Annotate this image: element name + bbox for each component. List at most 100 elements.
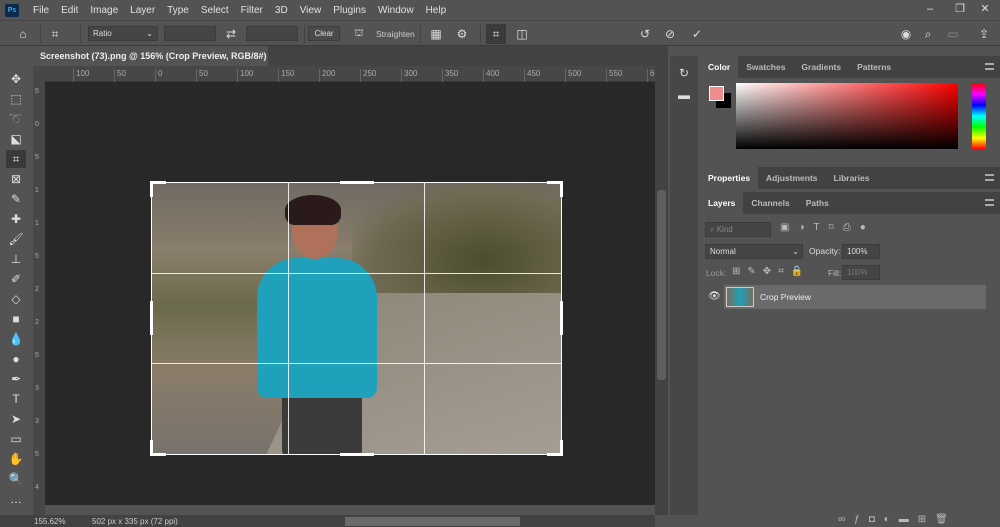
pen-icon[interactable]: ✒ xyxy=(6,370,26,388)
blend-mode-select[interactable]: Normal ⌄ xyxy=(705,244,803,259)
tab-properties[interactable]: Properties xyxy=(700,167,759,189)
object-selection-icon[interactable]: ⬕ xyxy=(6,130,26,148)
layer-filter-icons[interactable]: ▣◑T⌑⎙● xyxy=(780,222,875,233)
tab-swatches[interactable]: Swatches xyxy=(738,56,793,78)
cancel-icon[interactable]: ⊘ xyxy=(661,24,679,44)
ruler-tick: 5 xyxy=(35,253,39,260)
lock-icons[interactable]: ⊞✎✥⌗🔒 xyxy=(732,266,810,277)
menu-help[interactable]: Help xyxy=(420,5,453,16)
tab-patterns[interactable]: Patterns xyxy=(849,56,899,78)
horizontal-scroll-thumb[interactable] xyxy=(345,517,520,526)
menu-view[interactable]: View xyxy=(294,5,328,16)
tab-color[interactable]: Color xyxy=(700,56,739,78)
hand-tool-icon[interactable]: ✋ xyxy=(6,450,26,468)
share-icon[interactable]: ⇪ xyxy=(975,24,993,44)
eraser-icon[interactable]: ◇ xyxy=(6,290,26,308)
tab-libraries[interactable]: Libraries xyxy=(826,167,878,189)
menu-bar: Ps File Edit Image Layer Type Select Fil… xyxy=(0,0,1000,20)
type-tool-icon[interactable]: T xyxy=(6,390,26,408)
frame-tool-icon[interactable]: ⊠ xyxy=(6,170,26,188)
workspace-icon[interactable]: ▭ xyxy=(944,24,962,44)
rectangle-tool-icon[interactable]: ▭ xyxy=(6,430,26,448)
crop-tool-icon[interactable]: ⌗ xyxy=(46,24,64,44)
ruler-tick: 100 xyxy=(237,69,253,82)
share-user-icon[interactable]: ◉ xyxy=(897,24,915,44)
brush-icon[interactable]: 🖌 xyxy=(6,230,26,248)
ratio-select[interactable]: Ratio ⌄ xyxy=(88,26,158,41)
color-picker-field[interactable] xyxy=(736,83,958,149)
ruler-tick: 500 xyxy=(565,69,581,82)
crop-handle-right[interactable] xyxy=(560,301,563,335)
zoom-level[interactable]: 155.62% xyxy=(34,517,66,526)
healing-brush-icon[interactable]: ✚ xyxy=(6,210,26,228)
home-icon[interactable]: ⌂ xyxy=(14,24,32,44)
straighten-label[interactable]: Straighten xyxy=(376,24,415,44)
menu-plugins[interactable]: Plugins xyxy=(327,5,372,16)
ruler-tick: 4 xyxy=(35,484,39,491)
grid-overlay-icon[interactable]: ▦ xyxy=(427,24,445,44)
vertical-scroll-thumb[interactable] xyxy=(657,190,666,380)
content-aware-icon[interactable]: ◫ xyxy=(513,24,531,44)
blur-icon[interactable]: 💧 xyxy=(6,330,26,348)
menu-type[interactable]: Type xyxy=(161,5,195,16)
foreground-color-swatch[interactable] xyxy=(709,86,724,101)
lasso-tool-icon[interactable]: ➰ xyxy=(6,110,26,128)
tab-gradients[interactable]: Gradients xyxy=(793,56,849,78)
clone-stamp-icon[interactable]: ⊥ xyxy=(6,250,26,268)
visibility-eye-icon[interactable]: 👁 xyxy=(708,291,721,302)
opacity-input[interactable]: 100% xyxy=(842,244,880,259)
dodge-icon[interactable]: ● xyxy=(6,350,26,368)
layer-actions-icons[interactable]: ∞ƒ◘◐▬⊞🗑 xyxy=(838,514,957,525)
delete-cropped-pixels-icon[interactable]: ⌗ xyxy=(486,24,506,44)
ratio-label: Ratio xyxy=(93,29,112,38)
history-icon[interactable]: ↻ xyxy=(674,64,694,82)
swap-icon[interactable]: ⇄ xyxy=(222,24,240,44)
path-selection-icon[interactable]: ➤ xyxy=(6,410,26,428)
document-tab[interactable]: Screenshot (73).png @ 156% (Crop Preview… xyxy=(33,46,268,81)
history-brush-icon[interactable]: ✐ xyxy=(6,270,26,288)
layer-row[interactable]: Crop Preview xyxy=(724,285,986,309)
tab-layers[interactable]: Layers xyxy=(700,192,744,214)
search-icon[interactable]: ⌕ xyxy=(919,24,937,44)
menu-filter[interactable]: Filter xyxy=(235,5,269,16)
crop-handle-bottom[interactable] xyxy=(340,453,374,456)
crop-box[interactable] xyxy=(151,182,562,455)
panel-menu-icon[interactable] xyxy=(985,199,994,206)
close-window-button[interactable]: ✕ xyxy=(970,0,1000,17)
crop-tool-icon[interactable]: ⌗ xyxy=(6,150,26,168)
more-tools-icon[interactable]: … xyxy=(6,490,26,508)
marquee-tool-icon[interactable]: ⬚ xyxy=(6,90,26,108)
clear-button[interactable]: Clear xyxy=(308,26,340,41)
crop-handle-left[interactable] xyxy=(150,301,153,335)
tab-paths[interactable]: Paths xyxy=(798,192,837,214)
commit-check-icon[interactable]: ✓ xyxy=(688,24,706,44)
hue-slider[interactable] xyxy=(972,83,986,149)
zoom-tool-icon[interactable]: 🔍 xyxy=(6,470,26,488)
gear-icon[interactable]: ⚙ xyxy=(453,24,471,44)
menu-image[interactable]: Image xyxy=(84,5,124,16)
eyedropper-icon[interactable]: ✎ xyxy=(6,190,26,208)
menu-select[interactable]: Select xyxy=(195,5,235,16)
tab-channels[interactable]: Channels xyxy=(743,192,797,214)
straighten-icon[interactable]: ⛫ xyxy=(350,24,368,44)
menu-edit[interactable]: Edit xyxy=(55,5,84,16)
menu-layer[interactable]: Layer xyxy=(124,5,161,16)
panel-menu-icon[interactable] xyxy=(985,63,994,70)
menu-window[interactable]: Window xyxy=(372,5,420,16)
reset-icon[interactable]: ↺ xyxy=(636,24,654,44)
height-input[interactable] xyxy=(246,26,298,41)
panel-menu-icon[interactable] xyxy=(985,174,994,181)
crop-handle-top[interactable] xyxy=(340,181,374,184)
menu-file[interactable]: File xyxy=(27,5,55,16)
move-tool-icon[interactable]: ✥ xyxy=(6,70,26,88)
fill-input[interactable]: 100% xyxy=(842,265,880,280)
gradient-icon[interactable]: ■ xyxy=(6,310,26,328)
tab-adjustments[interactable]: Adjustments xyxy=(758,167,825,189)
comments-icon[interactable]: ▬ xyxy=(674,86,694,104)
ruler-tick: 400 xyxy=(483,69,499,82)
width-input[interactable] xyxy=(164,26,216,41)
layer-filter-kind[interactable]: ⌕ Kind xyxy=(705,222,771,237)
menu-3d[interactable]: 3D xyxy=(269,5,294,16)
toolbar: ✥ ⬚ ➰ ⬕ ⌗ ⊠ ✎ ✚ 🖌 ⊥ ✐ ◇ ■ 💧 ● ✒ T ➤ ▭ ✋ … xyxy=(0,66,32,515)
minimize-button[interactable]: – xyxy=(915,0,945,17)
